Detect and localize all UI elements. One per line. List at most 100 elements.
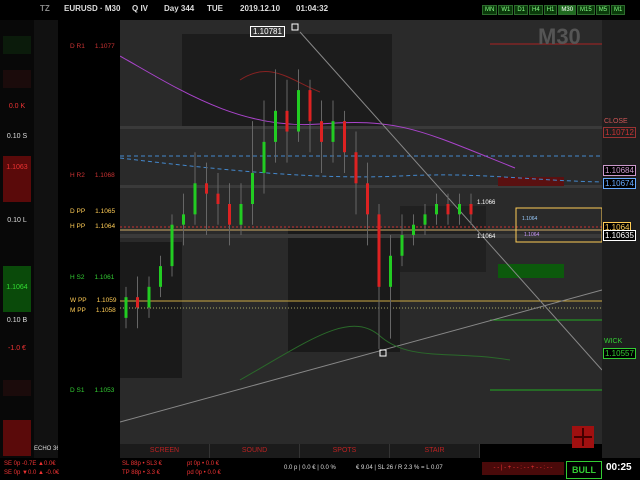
tab-timeframe-h1[interactable]: H1	[543, 5, 558, 15]
quarter-label: Q IV	[132, 4, 149, 13]
pivot-label: D S1 1.1053	[70, 387, 114, 394]
price-axis: CLOSE 1.10712 1.10684 1.10674 1.1064 1.1…	[602, 20, 640, 460]
pd-info: pd 0p • 0.0 €	[187, 470, 221, 476]
close-label: CLOSE	[604, 118, 628, 125]
tab-sound[interactable]: SOUND	[210, 444, 300, 458]
tab-stair[interactable]: STAIR	[390, 444, 480, 458]
bias-badge: BULL	[566, 461, 602, 479]
pnl-stats: 0.0 p | 0.0 € | 0.0 %	[284, 465, 336, 471]
pivot-name: H PP	[70, 223, 86, 230]
candle-body	[216, 193, 220, 204]
candle-body	[285, 110, 289, 132]
pivot-name: D R1	[70, 43, 85, 50]
candle-body	[343, 121, 346, 153]
alert-button[interactable]	[572, 426, 594, 448]
price-chart[interactable]: M30 1.10781 1.1066 1.1064 1.1064 1.1064	[120, 20, 602, 448]
close-all-button[interactable]	[3, 420, 31, 456]
price-label: 1.1064	[522, 216, 538, 222]
tab-timeframe-d1[interactable]: D1	[514, 5, 529, 15]
candle-body	[469, 204, 473, 215]
pivot-name: M PP	[70, 307, 86, 314]
trade-panel: 0.0 K 0.10 S 1.1063 0.10 L 1.1064 0.10 B…	[0, 20, 35, 460]
pivot-price: 1.1061	[94, 274, 115, 281]
mini-chart	[34, 20, 58, 460]
buy-exposure: SE 0p ▼0.0 ▲ -0.0€	[4, 470, 60, 476]
candle-body	[228, 204, 231, 225]
pivot-price: 1.1065	[95, 208, 116, 215]
axis-price: 1.10684	[603, 165, 636, 176]
pivot-name: H S2	[70, 274, 85, 281]
pivot-label: H S2 1.1061	[70, 274, 114, 281]
high-marker	[291, 23, 299, 31]
axis-price: 1.10635	[603, 230, 636, 241]
pivot-price: 1.1064	[95, 223, 116, 230]
panel-button[interactable]	[3, 70, 31, 88]
candle-body	[159, 266, 162, 287]
tz-label: TZ	[40, 4, 50, 13]
pivot-price: 1.1058	[95, 307, 116, 314]
candle-body	[147, 286, 151, 308]
tab-timeframe-m30[interactable]: M30	[558, 5, 577, 15]
pivot-price: 1.1077	[94, 43, 115, 50]
pt-info: pt 0p • 0.0 €	[187, 461, 220, 467]
risk-info: € 9.04 | SL 26 / R 2.3 % = L 0.07	[356, 465, 443, 471]
candle-body	[423, 214, 427, 225]
candle-body	[389, 255, 392, 287]
pivot-column: D R1 1.1077 H R2 1.1068 D PP 1.1065 H PP 1.1064…	[58, 20, 120, 460]
time-label: 01:04:32	[296, 4, 329, 13]
price-label: 1.1066	[477, 200, 496, 206]
price-label: 1.1064	[524, 232, 540, 238]
tab-timeframe-m5[interactable]: M5	[595, 5, 611, 15]
candle-body	[308, 90, 312, 122]
buy-button[interactable]: 1.1064	[3, 266, 31, 312]
candle-body	[412, 224, 415, 236]
pivot-label: M PP 1.1058	[70, 307, 116, 314]
candle-body	[400, 235, 404, 256]
timeframe-watermark: M30	[538, 24, 581, 49]
candle-body	[435, 204, 438, 215]
candle-body	[239, 204, 243, 225]
candle-body	[205, 183, 208, 194]
pivot-name: D PP	[70, 208, 86, 215]
target-zone	[498, 177, 564, 186]
candle-body	[251, 172, 254, 204]
tab-timeframe-m1[interactable]: M1	[611, 5, 626, 15]
pivot-label: W PP 1.1059	[70, 297, 117, 304]
candle-body	[274, 110, 277, 142]
candle-body	[354, 152, 358, 184]
candle-body	[366, 183, 369, 215]
panel-value: 0.0 K	[8, 103, 26, 110]
candle-body	[331, 121, 335, 142]
wick-label: WICK	[604, 338, 623, 345]
date-label: 2019.12.10	[240, 4, 281, 13]
bottom-tabs: SCREEN SOUND SPOTS STAIR	[120, 444, 480, 458]
tab-screen[interactable]: SCREEN	[120, 444, 210, 458]
tp-info: TP 88p • 3.3 €	[122, 470, 161, 476]
pivot-name: H R2	[70, 172, 85, 179]
pivot-price: 1.1068	[94, 172, 115, 179]
pivot-price: 1.1059	[96, 297, 117, 304]
panel-button[interactable]	[3, 380, 31, 396]
tab-timeframe-h4[interactable]: H4	[529, 5, 543, 15]
echo-label: ECHO 36	[34, 446, 60, 452]
high-price-marker: 1.10781	[250, 26, 285, 37]
price-label: 1.1064	[477, 234, 496, 240]
pivot-label: H R2 1.1068	[70, 172, 115, 179]
session-zone	[400, 206, 486, 272]
tab-timeframe-m15[interactable]: M15	[577, 5, 595, 15]
sell-button[interactable]: 1.1063	[3, 156, 31, 202]
sell-lots: 0.10 S	[6, 133, 28, 140]
candle-body	[458, 204, 461, 215]
symbol-title: EURUSD · M30	[64, 4, 121, 13]
panel-button[interactable]	[3, 36, 31, 54]
weekday-label: TUE	[207, 4, 223, 13]
level-band	[120, 126, 602, 129]
tab-timeframe-mn[interactable]: MN	[482, 5, 498, 15]
wick-price: 1.10557	[603, 348, 636, 359]
sell-exposure: SE 0p -0.7E ▲0.0€	[4, 461, 56, 467]
candle-body	[193, 183, 197, 215]
tab-spots[interactable]: SPOTS	[300, 444, 390, 458]
tab-timeframe-w1[interactable]: W1	[498, 5, 514, 15]
candle-body	[182, 214, 185, 225]
bar-timer: 00:25	[606, 462, 632, 473]
